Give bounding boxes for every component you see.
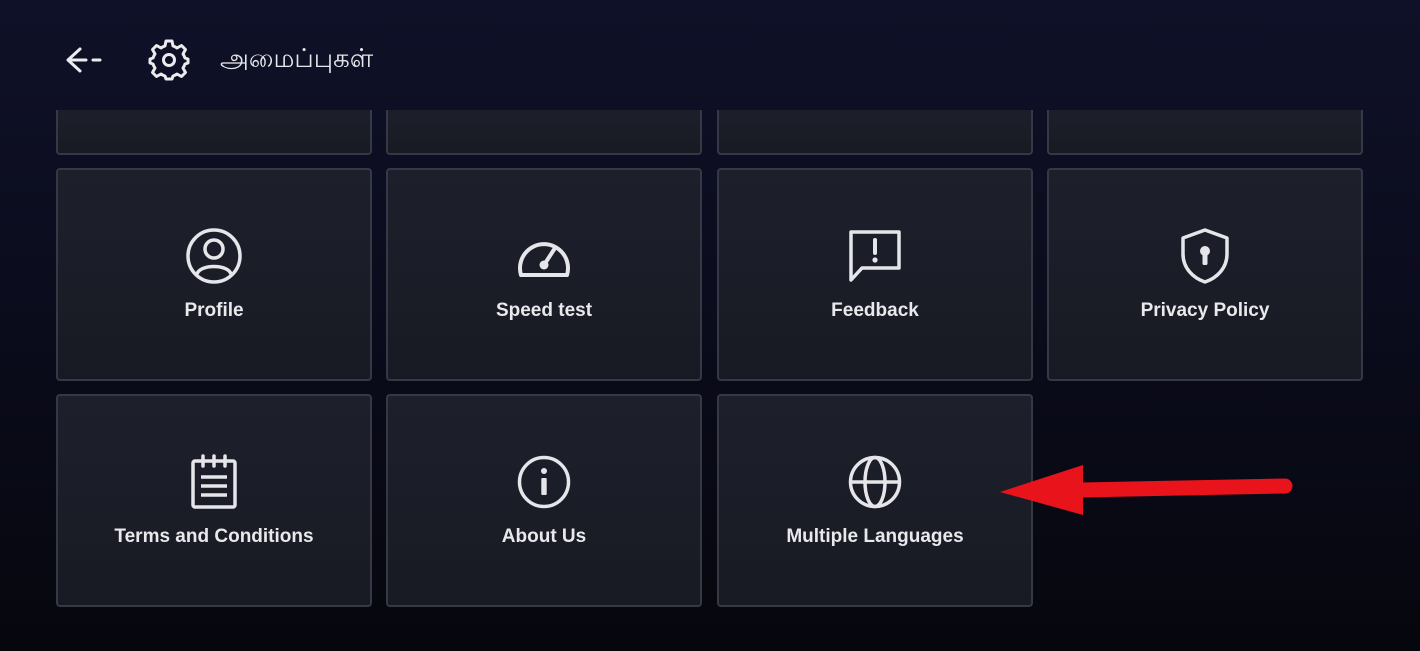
page-title: அமைப்புகள் bbox=[220, 44, 374, 74]
settings-grid[interactable]: Profile Speed test Feedback Privacy Poli… bbox=[0, 110, 1420, 651]
tile-label: Privacy Policy bbox=[1140, 300, 1270, 321]
tile-label: Multiple Languages bbox=[786, 526, 964, 547]
globe-icon bbox=[845, 452, 905, 512]
tile-label: Profile bbox=[184, 300, 244, 321]
tile-privacy-policy[interactable]: Privacy Policy bbox=[1047, 168, 1363, 381]
shield-lock-icon bbox=[1175, 226, 1235, 286]
tile-multiple-languages[interactable]: Multiple Languages bbox=[717, 394, 1033, 607]
gear-icon bbox=[148, 39, 190, 81]
header-bar: அமைப்புகள் bbox=[0, 0, 1420, 110]
tile-profile[interactable]: Profile bbox=[56, 168, 372, 381]
settings-tile-hidden[interactable] bbox=[386, 110, 702, 155]
tile-label: Feedback bbox=[831, 300, 919, 321]
back-arrow-icon bbox=[66, 47, 102, 73]
back-button[interactable] bbox=[60, 40, 106, 80]
tile-label: Terms and Conditions bbox=[114, 526, 314, 547]
tile-label: Speed test bbox=[495, 300, 593, 321]
tile-label: About Us bbox=[501, 526, 587, 547]
tile-terms-and-conditions[interactable]: Terms and Conditions bbox=[56, 394, 372, 607]
settings-tile-hidden[interactable] bbox=[56, 110, 372, 155]
settings-tile-hidden[interactable] bbox=[717, 110, 1033, 155]
speedometer-icon bbox=[514, 226, 574, 286]
tile-about-us[interactable]: About Us bbox=[386, 394, 702, 607]
clipboard-icon bbox=[184, 452, 244, 512]
settings-gear bbox=[146, 37, 192, 83]
settings-tile-hidden[interactable] bbox=[1047, 110, 1363, 155]
tile-speed-test[interactable]: Speed test bbox=[386, 168, 702, 381]
tile-feedback[interactable]: Feedback bbox=[717, 168, 1033, 381]
feedback-alert-icon bbox=[845, 226, 905, 286]
user-circle-icon bbox=[184, 226, 244, 286]
info-circle-icon bbox=[514, 452, 574, 512]
